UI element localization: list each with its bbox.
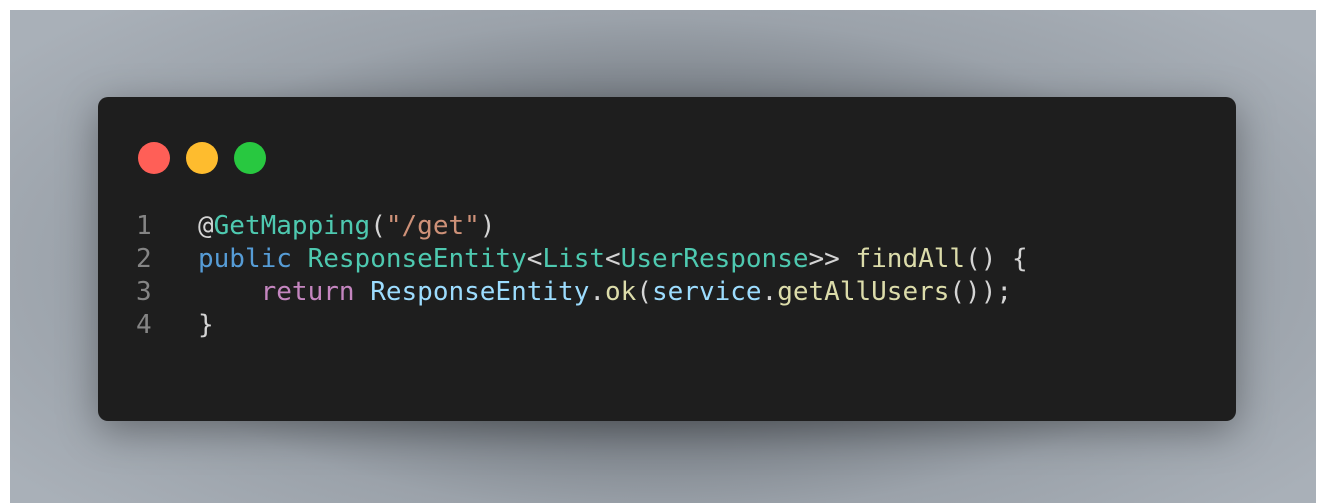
code-token: ok: [605, 277, 637, 307]
code-block: 1 @GetMapping("/get") 2 public ResponseEnti…: [136, 210, 1028, 342]
line-number: 2: [136, 244, 152, 274]
code-token: ());: [949, 277, 1013, 307]
code-token: public: [198, 244, 308, 274]
code-token: "/get": [385, 211, 480, 241]
code-token: findAll: [855, 244, 966, 274]
code-token: () {: [965, 244, 1028, 274]
code-line-content: public ResponseEntity<List<UserResponse>…: [198, 243, 1028, 276]
code-line-content: }: [198, 309, 214, 342]
code-token: return: [260, 277, 371, 307]
maximize-dot-icon: [234, 142, 266, 174]
code-line: 1 @GetMapping("/get"): [136, 210, 1028, 243]
code-token: >>: [808, 244, 856, 274]
code-token: <: [605, 244, 621, 274]
code-token: ResponseEntity: [307, 244, 527, 274]
close-dot-icon: [138, 142, 170, 174]
code-line: 3 return ResponseEntity.ok(service.getAl…: [136, 276, 1028, 309]
code-token: @: [198, 211, 214, 241]
page: 1 @GetMapping("/get") 2 public ResponseEnti…: [0, 0, 1324, 503]
code-window: 1 @GetMapping("/get") 2 public ResponseEnti…: [98, 97, 1236, 421]
code-token: ): [479, 211, 496, 241]
code-line: 2 public ResponseEntity<List<UserResponse…: [136, 243, 1028, 276]
code-token: GetMapping: [213, 211, 371, 241]
code-token: getAllUsers: [777, 277, 950, 307]
code-token: <: [526, 244, 543, 274]
traffic-lights: [138, 142, 266, 174]
code-token: .: [589, 277, 606, 307]
code-token: List: [542, 244, 606, 274]
line-number: 1: [136, 211, 152, 241]
minimize-dot-icon: [186, 142, 218, 174]
code-token: service: [651, 277, 762, 307]
code-token: (: [636, 277, 652, 307]
code-token: UserResponse: [620, 244, 809, 274]
code-line-content: @GetMapping("/get"): [198, 210, 495, 243]
top-strip: [0, 0, 1324, 10]
line-number: 4: [136, 310, 152, 340]
code-line-content: return ResponseEntity.ok(service.getAllU…: [198, 276, 1012, 309]
line-number: 3: [136, 277, 152, 307]
code-token: (: [370, 211, 386, 241]
code-token: .: [761, 277, 778, 307]
code-token: }: [198, 310, 214, 340]
code-token: ResponseEntity: [370, 277, 590, 307]
code-line: 4}: [136, 309, 1028, 342]
